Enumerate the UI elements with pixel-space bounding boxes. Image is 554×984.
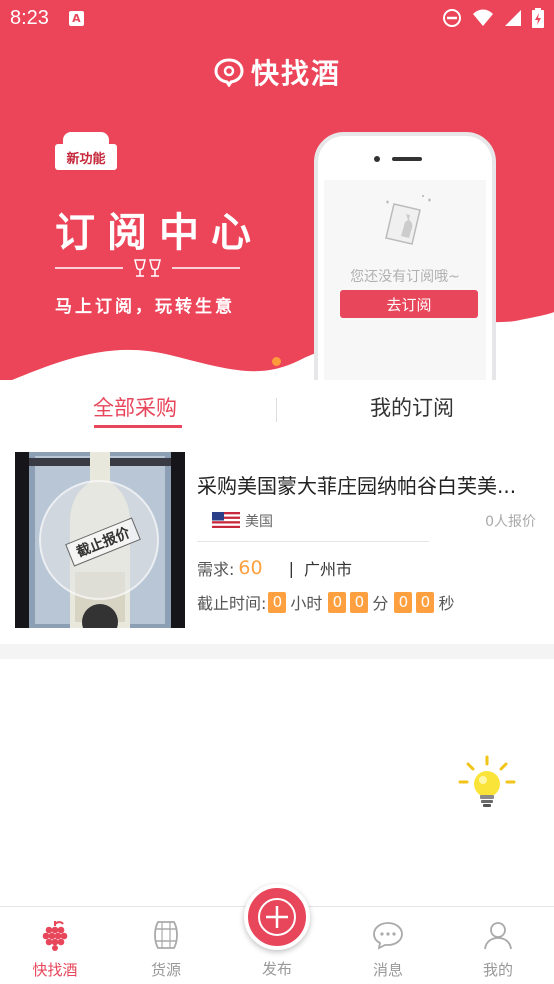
phone-illustration: 您还没有订阅哦~ 去订阅 bbox=[314, 132, 496, 400]
status-time: 8:23 bbox=[10, 6, 49, 29]
do-not-disturb-icon bbox=[443, 9, 461, 27]
tab-bar: 全部采购 我的订阅 bbox=[0, 380, 554, 440]
minutes-digit: 0 bbox=[350, 591, 369, 613]
demand-separator: | bbox=[288, 558, 294, 578]
wine-bottle-icon bbox=[385, 195, 431, 245]
nav-supply-label: 货源 bbox=[150, 961, 181, 979]
notification-icon: A bbox=[68, 10, 84, 26]
new-feature-badge: 新功能 bbox=[55, 132, 117, 172]
deadline-row: 截止时间: 0 小时 0 0 分 0 0 秒 bbox=[197, 590, 458, 614]
chat-bubble-icon bbox=[373, 922, 403, 950]
nav-supply[interactable]: 货源 bbox=[121, 907, 211, 984]
nav-messages-label: 消息 bbox=[372, 961, 403, 979]
seconds-unit: 秒 bbox=[438, 594, 455, 613]
wine-glasses-divider bbox=[55, 259, 240, 277]
wine-photo: 截止报价 bbox=[15, 452, 185, 628]
hero-title: 订阅中心 bbox=[55, 209, 263, 256]
lightbulb-icon[interactable] bbox=[456, 754, 518, 816]
demand-label: 需求: bbox=[197, 560, 235, 579]
nav-publish-label: 发布 bbox=[261, 960, 292, 978]
tab-all-purchases[interactable]: 全部采购 bbox=[93, 392, 177, 422]
active-tab-indicator bbox=[94, 425, 182, 428]
status-bar: 8:23 A bbox=[0, 0, 554, 36]
user-icon bbox=[484, 922, 512, 950]
chat-logo-icon bbox=[214, 58, 244, 87]
signal-icon bbox=[505, 10, 521, 26]
listing-title: 采购美国蒙大菲庄园纳帕谷白芙美... bbox=[197, 474, 517, 498]
nav-home[interactable]: 快找酒 bbox=[10, 907, 100, 984]
minutes-unit: 分 bbox=[372, 594, 389, 613]
hours-digit: 0 bbox=[268, 591, 287, 613]
app-logo: 快找酒 bbox=[0, 52, 554, 92]
nav-profile-label: 我的 bbox=[482, 961, 513, 979]
seconds-digit: 0 bbox=[394, 591, 413, 613]
usa-flag-icon bbox=[212, 512, 240, 528]
grapes-icon bbox=[42, 921, 68, 951]
nav-profile[interactable]: 我的 bbox=[453, 907, 543, 984]
battery-icon bbox=[532, 8, 544, 28]
subscribe-button[interactable]: 去订阅 bbox=[340, 290, 478, 318]
wifi-icon bbox=[473, 9, 493, 26]
deadline-label: 截止时间: bbox=[197, 594, 267, 613]
card-divider bbox=[197, 541, 429, 542]
quote-count: 0人报价 bbox=[485, 514, 536, 530]
origin-country: 美国 bbox=[245, 514, 273, 530]
tab-divider bbox=[276, 398, 277, 422]
nav-messages[interactable]: 消息 bbox=[343, 907, 433, 984]
tab-my-subscriptions[interactable]: 我的订阅 bbox=[370, 392, 454, 422]
city: 广州市 bbox=[303, 560, 352, 579]
publish-button[interactable] bbox=[244, 884, 310, 950]
minutes-digit: 0 bbox=[328, 591, 347, 613]
carousel-indicator bbox=[272, 357, 281, 366]
seconds-digit: 0 bbox=[416, 591, 435, 613]
plus-icon bbox=[258, 898, 296, 936]
demand-row: 需求: 60 | 广州市 bbox=[197, 556, 352, 580]
hours-unit: 小时 bbox=[290, 594, 323, 613]
hero-banner[interactable]: 快找酒 新功能 订阅中心 马上订阅，玩转生意 您还没有订阅哦~ 去订阅 bbox=[0, 0, 554, 400]
nav-home-label: 快找酒 bbox=[32, 961, 78, 979]
purchase-listing-card[interactable]: 截止报价 采购美国蒙大菲庄园纳帕谷白芙美... 美国 0人报价 需求: 60 |… bbox=[0, 440, 554, 644]
expired-stamp: 截止报价 bbox=[39, 480, 159, 600]
empty-subscription-text: 您还没有订阅哦~ bbox=[350, 269, 460, 285]
app-name: 快找酒 bbox=[250, 57, 341, 90]
demand-value: 60 bbox=[238, 557, 263, 579]
hero-subtitle: 马上订阅，玩转生意 bbox=[55, 297, 235, 317]
barrel-icon bbox=[154, 921, 178, 949]
